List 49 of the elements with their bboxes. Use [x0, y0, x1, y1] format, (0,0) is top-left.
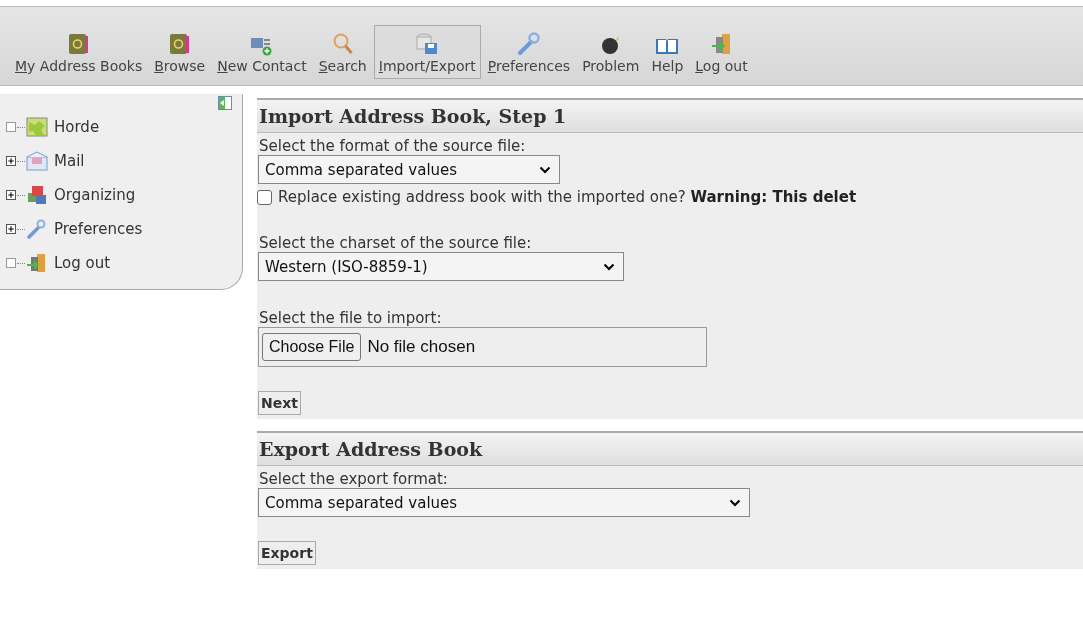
address-book-icon — [168, 32, 191, 56]
exit-door-icon — [710, 32, 733, 56]
expand-toggle[interactable] — [6, 190, 16, 200]
field-label: Select the format of the source file: — [258, 136, 527, 155]
field-label: Select the export format: — [258, 469, 449, 488]
toolbar-button[interactable]: Browse — [149, 25, 211, 79]
toolbar-button[interactable]: My Address Books — [10, 25, 148, 79]
export-format-select[interactable]: Comma separated values — [258, 488, 750, 517]
sidebar-item[interactable]: Mail — [54, 152, 85, 170]
sidebar-item[interactable]: Organizing — [54, 186, 136, 204]
file-status: No file chosen — [367, 337, 476, 357]
expand-toggle[interactable] — [6, 156, 16, 166]
choose-file-button[interactable]: Choose File — [262, 333, 362, 361]
exit-door-icon — [26, 253, 48, 273]
checkbox-label: Replace existing address book with the imported one? Warning: This delet — [278, 188, 857, 206]
export-button[interactable]: Export — [258, 541, 316, 565]
file-field[interactable]: Choose File No file chosen — [258, 327, 707, 367]
checkbox[interactable] — [257, 189, 272, 205]
toolbar-button[interactable]: Log out — [690, 25, 753, 79]
field-label: Select the file to import: — [258, 308, 443, 327]
toolbar-button[interactable]: Help — [646, 25, 689, 79]
book-icon — [655, 36, 680, 56]
sidebar-item[interactable]: Preferences — [54, 220, 143, 238]
cubes-icon — [26, 185, 48, 205]
section-header: Import Address Book, Step 1 — [257, 98, 1083, 133]
contact-card-icon — [249, 36, 274, 56]
sidebar-item[interactable]: Horde — [54, 118, 100, 136]
section-header: Export Address Book — [257, 431, 1083, 466]
expand-toggle[interactable] — [6, 224, 16, 234]
chevron-down-icon — [729, 498, 741, 507]
chevron-down-icon — [539, 165, 551, 174]
format-select[interactable]: Comma separated values — [258, 155, 560, 184]
wrench-icon — [26, 219, 48, 239]
envelope-icon — [26, 151, 48, 171]
search-icon — [331, 32, 354, 56]
toolbar-button[interactable]: Preferences — [482, 25, 576, 79]
collapse-sidebar-icon[interactable] — [218, 96, 232, 110]
chevron-down-icon — [603, 262, 615, 271]
address-book-icon — [67, 32, 90, 56]
toolbar-button[interactable]: Search — [313, 25, 372, 79]
sidebar-item[interactable]: Log out — [54, 254, 111, 272]
database-disk-icon — [415, 32, 440, 56]
toolbar-button[interactable]: New Contact — [212, 25, 312, 79]
next-button[interactable]: Next — [258, 391, 301, 415]
charset-select[interactable]: Western (ISO-8859-1) — [258, 252, 624, 281]
field-label: Select the charset of the source file: — [258, 233, 533, 252]
wrench-icon — [516, 32, 541, 56]
toolbar-button[interactable]: Problem — [577, 25, 645, 79]
toolbar-button[interactable]: Import/Export — [373, 25, 481, 79]
